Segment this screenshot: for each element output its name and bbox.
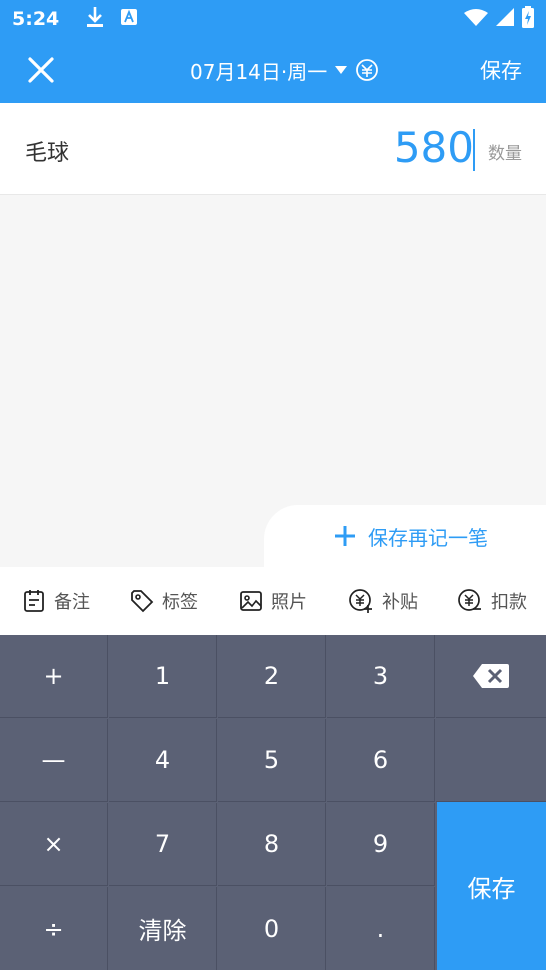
tool-deduction[interactable]: 扣款 [457,588,527,614]
key-times[interactable]: × [0,803,108,886]
key-empty [436,719,546,802]
wifi-icon [464,8,488,30]
close-button[interactable] [26,55,56,85]
key-divide[interactable]: ÷ [0,887,108,970]
tools-bar: 备注 标签 照片 补贴 扣款 [0,567,546,635]
unit-label: 数量 [488,144,522,164]
key-9[interactable]: 9 [327,803,435,886]
amount-input[interactable]: 580 [394,123,474,172]
tool-photo-label: 照片 [271,592,307,613]
app-notification-icon [121,9,138,29]
key-5[interactable]: 5 [218,719,326,802]
key-dot[interactable]: . [327,887,435,970]
status-bar: 5:24 [0,0,546,38]
key-3[interactable]: 3 [327,635,435,718]
plus-icon [335,526,355,546]
key-backspace[interactable] [436,635,546,718]
keypad: + 1 2 3 — 4 5 6 × 7 8 9 ÷ 清除 0 . 保存 [0,635,546,970]
photo-icon [240,591,262,611]
entry-row: 毛球 580 数量 [0,103,546,195]
deduction-icon [458,589,481,611]
tool-deduction-label: 扣款 [491,592,527,613]
save-again-button[interactable]: 保存再记一笔 [264,505,546,567]
key-8[interactable]: 8 [218,803,326,886]
save-again-label: 保存再记一笔 [368,525,488,550]
key-minus[interactable]: — [0,719,108,802]
key-clear[interactable]: 清除 [109,887,217,970]
download-icon [87,7,104,31]
currency-circle-icon[interactable] [355,58,379,82]
tool-tag[interactable]: 标签 [130,588,198,614]
tool-subsidy-label: 补贴 [382,592,418,613]
backspace-icon [473,664,509,688]
battery-icon [522,6,534,32]
header-save-button[interactable]: 保存 [480,55,522,85]
note-icon [24,590,44,612]
subsidy-icon [349,589,372,613]
tool-note[interactable]: 备注 [22,588,90,614]
keypad-save-button[interactable]: 保存 [437,802,546,970]
status-time: 5:24 [12,8,60,30]
tool-note-label: 备注 [54,592,90,613]
tag-icon [131,590,154,613]
key-6[interactable]: 6 [327,719,435,802]
dropdown-arrow-icon [335,66,348,74]
key-plus[interactable]: + [0,635,108,718]
tool-subsidy[interactable]: 补贴 [348,588,418,614]
category-name: 毛球 [25,141,70,166]
date-label: 07月14日·周一 [190,59,328,84]
date-selector[interactable]: 07月14日·周一 [190,54,379,86]
key-1[interactable]: 1 [109,635,217,718]
key-7[interactable]: 7 [109,803,217,886]
key-4[interactable]: 4 [109,719,217,802]
tool-photo[interactable]: 照片 [239,588,307,614]
key-0[interactable]: 0 [218,887,326,970]
signal-icon [496,8,514,30]
tool-tag-label: 标签 [162,592,198,613]
app-header: 07月14日·周一 保存 [0,38,546,103]
text-cursor [473,129,475,171]
key-2[interactable]: 2 [218,635,326,718]
close-icon [28,57,54,83]
